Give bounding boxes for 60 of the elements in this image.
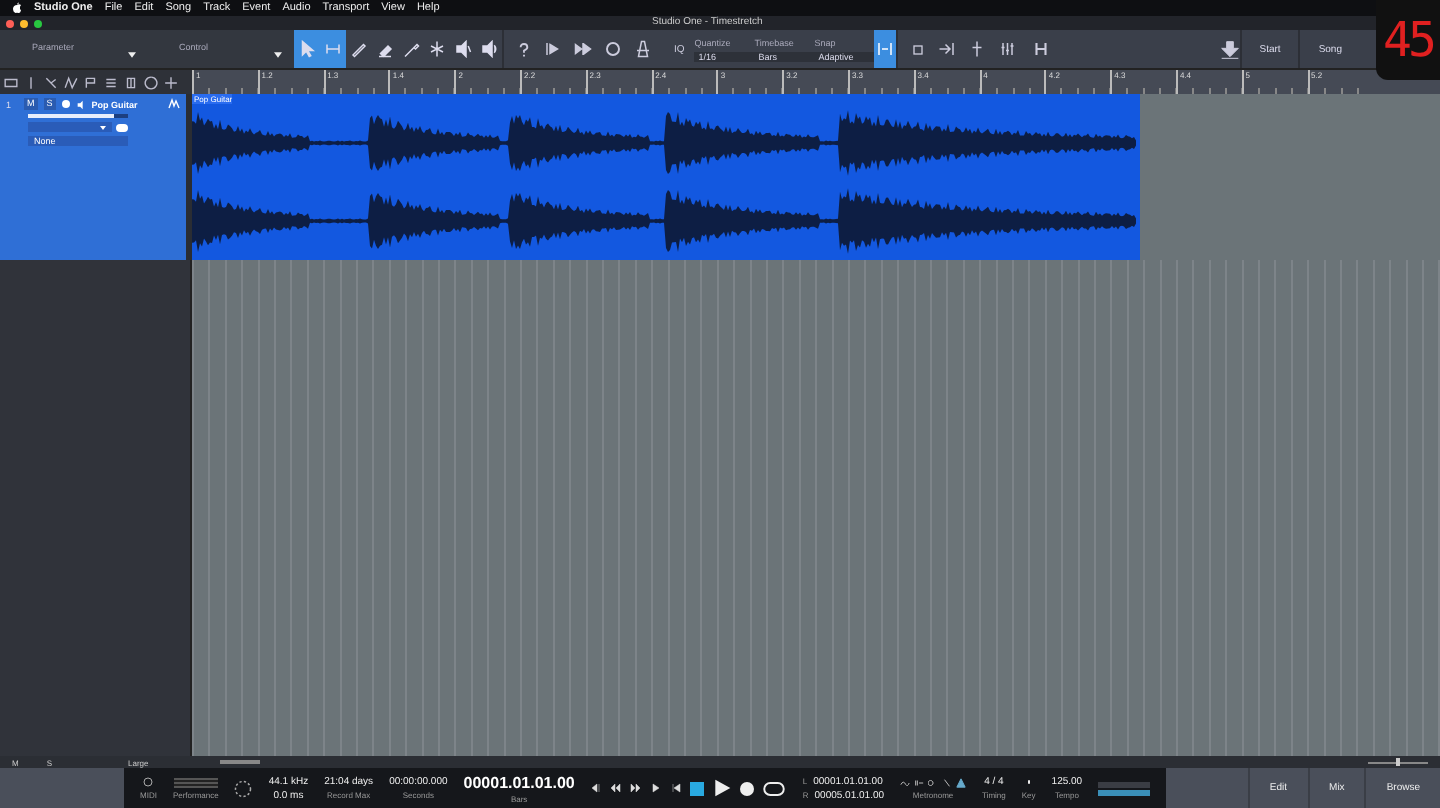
caret-icon (100, 125, 106, 129)
grid-icon[interactable] (124, 75, 138, 89)
next-icon[interactable] (650, 782, 663, 794)
spinner-icon (234, 779, 253, 797)
add-icon[interactable] (164, 75, 178, 89)
loop-button[interactable] (762, 779, 787, 797)
arrow-tool-button[interactable] (294, 30, 320, 68)
envelope-icon[interactable] (64, 75, 78, 89)
mute-icon (454, 40, 472, 58)
loop-icon[interactable] (604, 40, 622, 58)
close-button[interactable] (6, 19, 14, 27)
arrow-to-line-icon[interactable] (938, 40, 957, 58)
fast-forward-icon[interactable] (630, 782, 643, 794)
divider-icon[interactable] (24, 75, 38, 89)
arrow-icon (298, 40, 316, 58)
flag-icon[interactable] (84, 75, 98, 89)
click-icon[interactable] (928, 777, 939, 787)
tap-icon[interactable] (942, 777, 953, 787)
help-icon[interactable] (516, 41, 532, 57)
midi-icon (142, 776, 155, 788)
paint-icon (402, 40, 420, 58)
metronome-icon[interactable] (956, 777, 967, 787)
monitor-toggle-icon[interactable] (116, 123, 128, 131)
snap-toggle-button[interactable] (874, 30, 897, 68)
metronome-icon[interactable] (634, 40, 652, 58)
preroll-icon[interactable] (914, 777, 925, 787)
bars-time: 00001.01.01.00 (463, 773, 575, 791)
download-arrow-icon[interactable] (1219, 39, 1240, 59)
caret-icon[interactable] (274, 51, 282, 57)
caret-icon[interactable] (127, 51, 135, 57)
previous-icon[interactable] (590, 782, 603, 794)
bracket-icon[interactable] (1032, 40, 1051, 58)
rewind-icon[interactable] (610, 782, 623, 794)
bend-marker-icon[interactable] (544, 40, 562, 58)
automation-icon[interactable] (44, 75, 58, 89)
track-list-icon[interactable] (4, 75, 18, 89)
stop-button[interactable] (690, 781, 705, 795)
maximize-button[interactable] (34, 19, 42, 27)
return-to-start-icon[interactable] (670, 782, 683, 794)
split-icon (428, 40, 446, 58)
waveform-icon (168, 98, 180, 110)
listen-icon (480, 40, 498, 58)
input-dropdown[interactable] (28, 122, 112, 132)
snap-icon (876, 40, 895, 58)
monitor-speaker-icon[interactable] (75, 99, 86, 109)
record-button[interactable] (740, 781, 755, 795)
performance-meter (173, 777, 218, 787)
transient-icon[interactable] (574, 40, 592, 58)
cursor-line-icon[interactable] (968, 40, 987, 58)
list-icon[interactable] (104, 75, 118, 89)
eraser-icon (376, 40, 394, 58)
horizontal-scrollbar[interactable] (220, 760, 260, 764)
record-icon[interactable] (61, 100, 70, 108)
range-icon (324, 40, 342, 58)
apple-logo-icon[interactable] (12, 2, 22, 14)
square-icon[interactable] (910, 41, 927, 57)
play-button[interactable] (712, 778, 733, 798)
pencil-icon (350, 40, 368, 58)
minimize-button[interactable] (20, 19, 28, 27)
precount-icon[interactable] (900, 777, 911, 787)
